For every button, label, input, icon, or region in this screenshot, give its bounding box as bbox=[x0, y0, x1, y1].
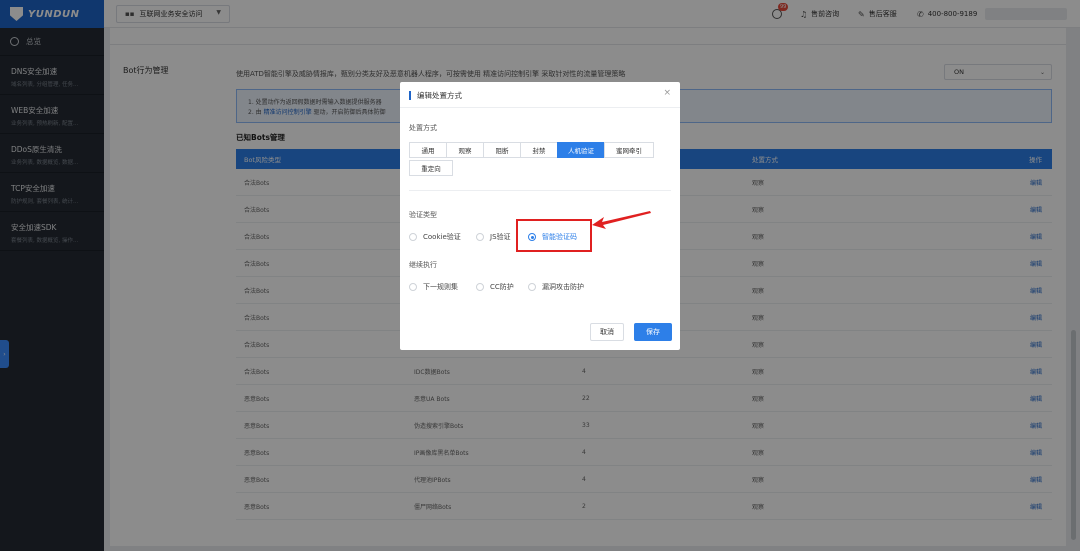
verify-type-label: 验证类型 bbox=[409, 211, 437, 219]
method-redirect[interactable]: 重定向 bbox=[409, 160, 453, 176]
radio-circle bbox=[409, 233, 417, 241]
radio-cc-protect[interactable]: CC防护 bbox=[476, 282, 514, 292]
radio-next-ruleset[interactable]: 下一规则集 bbox=[409, 282, 458, 292]
method-honeynet[interactable]: 蜜网牵引 bbox=[604, 142, 654, 158]
radio-circle bbox=[528, 283, 536, 291]
radio-label: 下一规则集 bbox=[423, 283, 458, 291]
title-accent-bar bbox=[409, 91, 411, 100]
method-ban[interactable]: 封禁 bbox=[520, 142, 558, 158]
highlight-box bbox=[516, 219, 592, 252]
radio-label: CC防护 bbox=[490, 283, 514, 291]
save-button[interactable]: 保存 bbox=[634, 323, 672, 341]
dialog-header: 编辑处置方式 × bbox=[400, 82, 680, 108]
radio-label: JS验证 bbox=[490, 233, 511, 241]
radio-circle bbox=[476, 233, 484, 241]
method-observe[interactable]: 观察 bbox=[446, 142, 484, 158]
method-captcha[interactable]: 人机验证 bbox=[557, 142, 605, 158]
close-icon[interactable]: × bbox=[663, 88, 671, 98]
radio-vuln-protect[interactable]: 漏洞攻击防护 bbox=[528, 282, 584, 292]
handle-label: 处置方式 bbox=[409, 124, 437, 132]
radio-label: Cookie验证 bbox=[423, 233, 461, 241]
divider bbox=[409, 190, 671, 191]
radio-circle bbox=[409, 283, 417, 291]
method-block[interactable]: 阻断 bbox=[483, 142, 521, 158]
method-general[interactable]: 通用 bbox=[409, 142, 447, 158]
cancel-button[interactable]: 取消 bbox=[590, 323, 624, 341]
continue-label: 继续执行 bbox=[409, 261, 437, 269]
annotation-arrow bbox=[592, 211, 651, 229]
radio-circle bbox=[476, 283, 484, 291]
dialog-title: 编辑处置方式 bbox=[417, 91, 462, 100]
radio-cookie-verify[interactable]: Cookie验证 bbox=[409, 232, 461, 242]
radio-js-verify[interactable]: JS验证 bbox=[476, 232, 511, 242]
radio-label: 漏洞攻击防护 bbox=[542, 283, 584, 291]
